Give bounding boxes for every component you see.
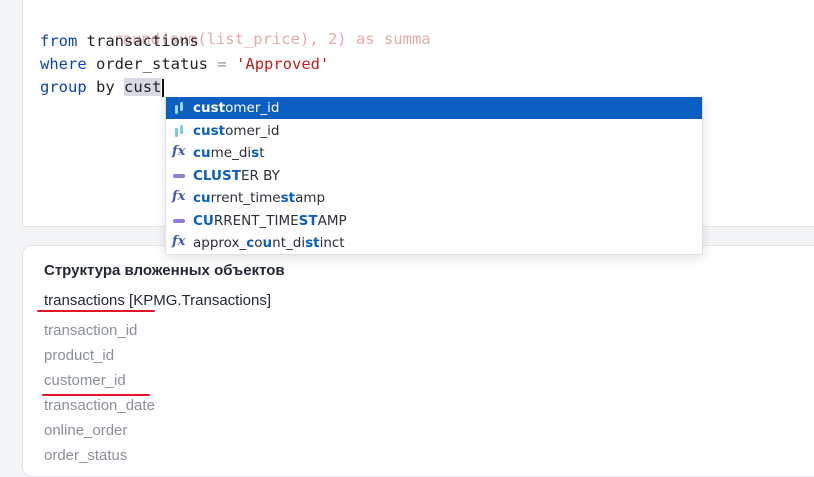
suggestion-match: cust [193,122,226,139]
match-part: s [251,145,260,161]
function-icon: fx [172,189,186,204]
suggestion-customer-id-2[interactable]: customer_id [166,120,702,142]
suggestion-customer-id-1[interactable]: customer_id [166,97,702,119]
field-transaction-date[interactable]: transaction_date [44,396,155,416]
text-part: inct [319,235,345,251]
code-line-from: from transactions [40,30,199,52]
function-icon: fx [172,234,186,249]
structure-panel [22,245,814,477]
typed-text: cust [124,78,162,96]
code-line-group-by: group by cust [40,76,165,98]
suggestion-approx-count-distinct[interactable]: fx approx_count_distinct [166,232,702,254]
match-part: CLUST [193,167,241,184]
string-literal: 'Approved' [236,55,330,73]
suggestion-rest: omer_id [225,122,280,139]
text-part: amp [295,190,326,206]
suggestion-cume-dist[interactable]: fx cume_dist [166,142,702,164]
match-part: st [305,235,320,251]
match-part: st [280,190,296,206]
table-identifier: transactions [86,32,199,50]
keyword-by: by [96,78,115,96]
suggestion-match: cust [193,100,226,116]
function-icon: fx [172,144,186,159]
field-order-status[interactable]: order_status [44,446,127,466]
code-line-partial: round(sum(list_price), 2) as summa [40,6,430,48]
keyword-from: from [40,32,78,50]
text-part: rrent_time [210,190,281,206]
match-part: CU [193,212,214,229]
column-icon [175,124,183,137]
suggestion-rest: omer_id [225,100,280,116]
suggestion-current-timestamp-kw[interactable]: CURRENT_TIMESTAMP [166,210,702,232]
text-part: ER BY [240,167,280,184]
column-identifier: order_status [96,55,208,73]
keyword-where: where [40,55,87,73]
annotation-underline-table [37,310,155,312]
field-customer-id[interactable]: customer_id [44,371,126,391]
text-part: AMP [317,212,347,229]
code-line-where: where order_status = 'Approved' [40,53,329,75]
match-part: ST [298,212,318,229]
text-part: approx_ [193,235,247,251]
keyword-group: group [40,78,87,96]
keyword-icon [173,218,185,223]
field-transaction-id[interactable]: transaction_id [44,321,137,341]
column-icon [175,102,183,114]
text-part: me_di [210,145,252,161]
operator-equals: = [217,55,227,73]
text-part: o [254,235,263,251]
text-caret [162,78,165,97]
text-part: RRENT_TIME [213,212,299,229]
table-name[interactable]: transactions [KPMG.Transactions] [44,292,271,309]
match-part: u [262,235,273,251]
match-part: cu [193,190,211,206]
suggestion-cluster-by[interactable]: CLUSTER BY [166,165,702,187]
autocomplete-dropdown[interactable]: customer_id customer_id fx cume_dist CLU… [165,97,703,255]
match-part: cu [193,145,211,161]
keyword-icon [173,173,185,178]
text-part: t [259,145,265,161]
panel-title: Структура вложенных объектов [44,262,285,279]
field-online-order[interactable]: online_order [44,421,127,441]
field-product-id[interactable]: product_id [44,346,114,366]
suggestion-current-timestamp-fn[interactable]: fx current_timestamp [166,187,702,209]
text-part: nt_di [272,235,306,251]
